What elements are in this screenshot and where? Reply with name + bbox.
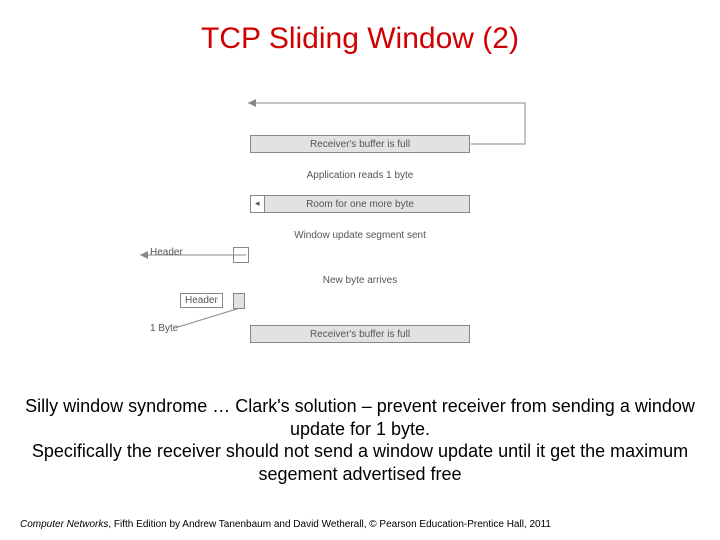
footer-book-title: Computer Networks [20,519,108,530]
one-byte-label: 1 Byte [150,323,178,334]
footer-rest: , Fifth Edition by Andrew Tanenbaum and … [108,519,551,530]
header-box: Header [180,293,223,308]
body-text: Silly window syndrome … Clark's solution… [20,395,700,485]
segment-header-box-1 [233,247,249,263]
body-line-1: Silly window syndrome … Clark's solution… [20,395,700,440]
header-pointer-label: Header [150,247,183,258]
bar-label: Receiver's buffer is full [310,329,410,340]
bar-label: Room for one more byte [306,199,414,210]
one-byte-cell [233,293,245,309]
caption-window-update: Window update segment sent [250,230,470,241]
body-line-2: Specifically the receiver should not sen… [20,440,700,485]
buffer-bar-full-1: Receiver's buffer is full [250,135,470,153]
footer-citation: Computer Networks, Fifth Edition by Andr… [20,519,700,530]
bar-label: Receiver's buffer is full [310,139,410,150]
caption-app-reads: Application reads 1 byte [250,170,470,181]
buffer-bar-full-2: Receiver's buffer is full [250,325,470,343]
caption-new-byte: New byte arrives [250,275,470,286]
buffer-bar-room: ◂ Room for one more byte [250,195,470,213]
slide-title: TCP Sliding Window (2) [0,22,720,56]
slide: TCP Sliding Window (2) Receiver's buffer… [0,0,720,540]
diagram: Receiver's buffer is full Application re… [120,95,600,385]
